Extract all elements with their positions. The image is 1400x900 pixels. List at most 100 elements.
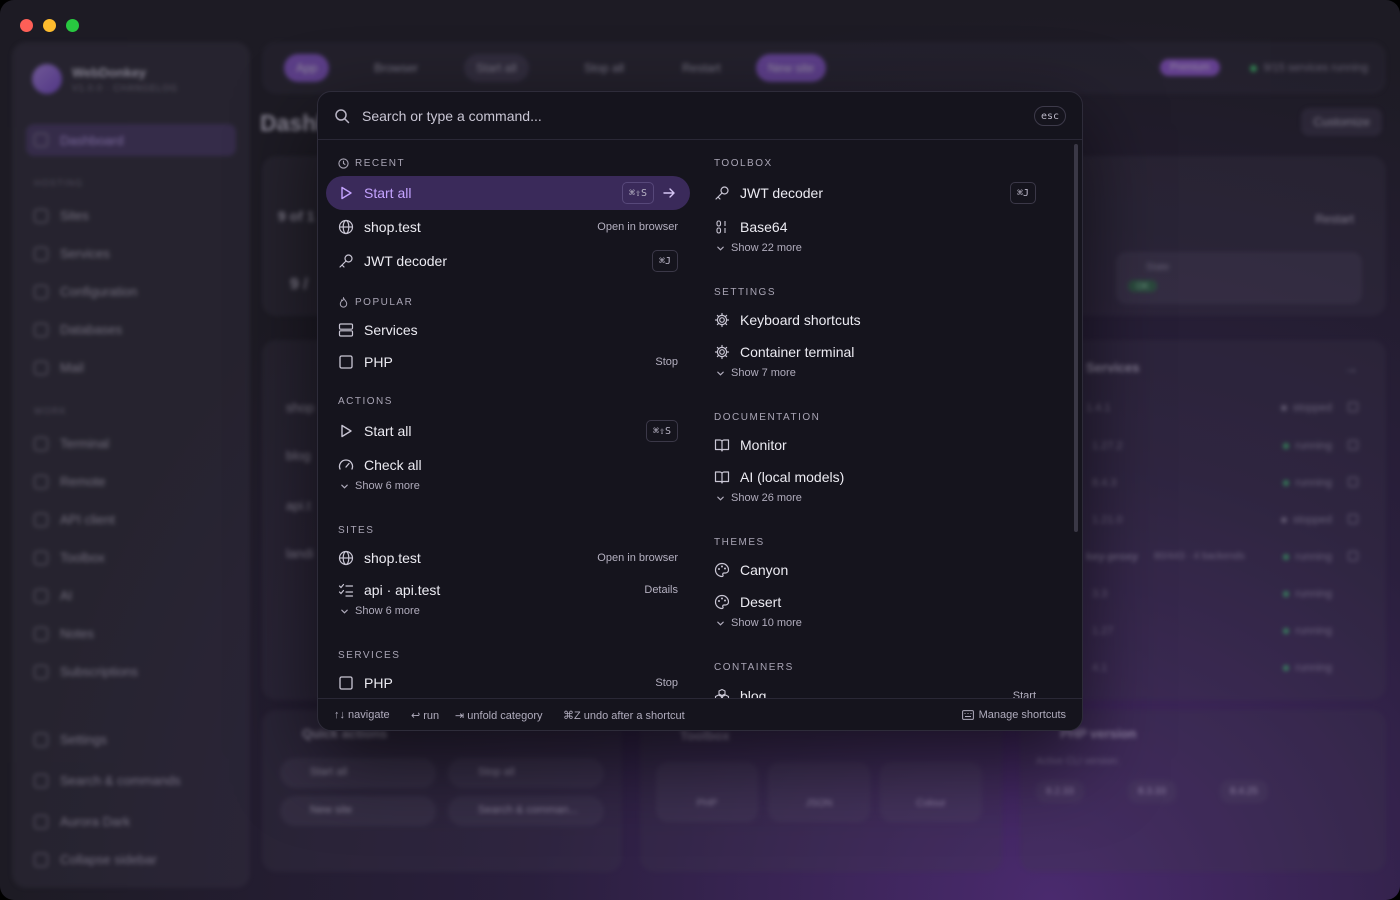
new-site-button[interactable]: New site: [756, 54, 827, 82]
result-item-jwt-decoder[interactable]: JWT decoder ⌘J: [326, 244, 690, 278]
sidebar-item-remote[interactable]: Remote: [34, 474, 106, 489]
result-item-keyboard-shortcuts[interactable]: Keyboard shortcuts: [702, 303, 1048, 337]
show-more-settings[interactable]: Show 7 more: [716, 367, 796, 379]
result-item-start-all[interactable]: Start all ⌘⇧S: [326, 176, 690, 210]
php-version-chip[interactable]: 8.2.33: [1036, 780, 1084, 803]
sidebar-item-databases[interactable]: Databases: [34, 322, 122, 337]
service-row[interactable]: 1.27.2 running: [1036, 440, 1366, 460]
service-name: 4.1: [1092, 662, 1108, 674]
php-version-chip[interactable]: 8.4.25: [1220, 780, 1268, 803]
esc-close-button[interactable]: esc: [1033, 106, 1066, 126]
result-item-php[interactable]: PHP Stop: [326, 666, 690, 698]
command-search-input[interactable]: [362, 104, 1012, 128]
sidebar-item-mail[interactable]: Mail: [34, 360, 84, 375]
arrow-right-icon[interactable]: →: [1344, 360, 1358, 376]
result-label: Keyboard shortcuts: [740, 312, 861, 328]
app-version[interactable]: V1.0.0 · CHANGELOG: [72, 83, 178, 93]
minimize-window-button[interactable]: [43, 19, 56, 32]
quick-stop-all-button[interactable]: Stop all: [448, 758, 604, 788]
result-item-ai-local-models[interactable]: AI (local models): [702, 460, 1048, 494]
play-icon[interactable]: [1348, 402, 1358, 412]
quick-search-button[interactable]: Search & comman...: [448, 796, 604, 826]
show-more-sites[interactable]: Show 6 more: [340, 605, 420, 617]
service-row[interactable]: 1.21.0 stopped: [1036, 514, 1366, 534]
result-item-services[interactable]: Services: [326, 313, 690, 347]
toolbox-tile[interactable]: JSON: [768, 762, 870, 822]
gauge-icon: [338, 459, 354, 470]
site-row[interactable]: api.t: [286, 498, 311, 513]
service-row[interactable]: 1.4.1 stopped: [1036, 402, 1366, 422]
result-item-base64[interactable]: Base64: [702, 210, 1048, 244]
result-item-check-all[interactable]: Check all: [326, 448, 690, 482]
service-row[interactable]: 3.3 running: [1036, 588, 1366, 608]
sidebar-item-services[interactable]: Services: [34, 246, 110, 261]
sidebar-item-subscriptions[interactable]: Subscriptions: [34, 664, 138, 679]
show-more-toolbox[interactable]: Show 22 more: [716, 242, 802, 254]
result-label: JWT decoder: [364, 253, 447, 269]
start-all-button[interactable]: Start all: [464, 54, 529, 82]
service-row[interactable]: 4.1 running: [1036, 662, 1366, 682]
result-item-monitor[interactable]: Monitor: [702, 428, 1048, 462]
play-icon[interactable]: [1348, 514, 1358, 524]
hint-undo: ⌘Z undo after a shortcut: [563, 710, 685, 722]
section-containers: CONTAINERS: [714, 662, 794, 673]
quick-start-all-button[interactable]: Start all: [280, 758, 436, 788]
result-label: AI (local models): [740, 469, 845, 485]
quick-new-site-button[interactable]: New site: [280, 796, 436, 826]
restart-button[interactable]: Restart: [670, 54, 733, 82]
sidebar-item-sites[interactable]: Sites: [34, 208, 89, 223]
restart-stack-button[interactable]: Restart: [1315, 212, 1354, 226]
result-item-blog[interactable]: blog Start: [702, 679, 1048, 698]
site-row[interactable]: shop: [286, 400, 314, 415]
show-more-themes[interactable]: Show 10 more: [716, 617, 802, 629]
service-row[interactable]: 1.27 running: [1036, 625, 1366, 645]
sidebar-item-api-client[interactable]: API client: [34, 512, 115, 527]
sidebar-item-notes[interactable]: Notes: [34, 626, 94, 641]
result-item-shop-test[interactable]: shop.test Open in browser: [326, 541, 690, 575]
result-item-canyon[interactable]: Canyon: [702, 553, 1048, 587]
service-row[interactable]: 8.4.3 running: [1036, 477, 1366, 497]
stop-icon[interactable]: [1348, 440, 1358, 450]
browser-toggle-button[interactable]: Browser: [362, 54, 430, 82]
app-toggle-button[interactable]: App: [284, 54, 330, 82]
zoom-window-button[interactable]: [66, 19, 79, 32]
show-more-documentation[interactable]: Show 26 more: [716, 492, 802, 504]
close-window-button[interactable]: [20, 19, 33, 32]
manage-shortcuts-button[interactable]: Manage shortcuts: [961, 709, 1066, 721]
result-item-shop-test[interactable]: shop.test Open in browser: [326, 210, 690, 244]
stop-icon[interactable]: [1348, 477, 1358, 487]
result-item-start-all[interactable]: Start all ⌘⇧S: [326, 414, 690, 448]
sidebar-item-settings[interactable]: Settings: [34, 732, 107, 747]
search-bar: esc: [318, 92, 1082, 140]
result-label: Services: [364, 322, 418, 338]
theme-selector[interactable]: Aurora Dark: [34, 814, 130, 829]
sidebar-item-dashboard[interactable]: Dashboard: [26, 124, 236, 156]
service-row[interactable]: key-proxy 80/443 · 4 backends running: [1036, 551, 1366, 571]
play-icon: [341, 186, 352, 200]
result-item-container-terminal[interactable]: Container terminal: [702, 335, 1048, 369]
result-item-php[interactable]: PHP Stop: [326, 345, 690, 379]
site-row[interactable]: blog: [286, 448, 311, 463]
sidebar-item-search-commands[interactable]: Search & commands: [34, 773, 181, 788]
toolbox-tile[interactable]: PHP: [656, 762, 758, 822]
sidebar-item-ai[interactable]: AI: [34, 588, 72, 603]
stop-all-button[interactable]: Stop all: [572, 54, 636, 82]
section-recent: RECENT: [338, 158, 405, 169]
site-row[interactable]: landi: [286, 546, 313, 561]
results-scrollbar[interactable]: [1074, 144, 1078, 532]
toolbox-tile[interactable]: Colour: [880, 762, 982, 822]
stop-icon[interactable]: [1348, 551, 1358, 561]
section-services: SERVICES: [338, 650, 401, 661]
collapse-sidebar-button[interactable]: Collapse sidebar: [34, 852, 157, 867]
show-more-actions[interactable]: Show 6 more: [340, 480, 420, 492]
result-item-jwt-decoder[interactable]: JWT decoder ⌘J: [702, 176, 1048, 210]
services-card-title: Services: [1086, 360, 1140, 375]
sidebar-item-toolbox[interactable]: Toolbox: [34, 550, 105, 565]
sidebar-item-configuration[interactable]: Configuration: [34, 284, 137, 299]
customize-button[interactable]: Customize: [1301, 108, 1382, 136]
result-item-api[interactable]: api · api.test Details: [326, 573, 690, 607]
php-version-chip[interactable]: 8.3.33: [1128, 780, 1176, 803]
service-name: 1.4.1: [1086, 402, 1111, 414]
result-item-desert[interactable]: Desert: [702, 585, 1048, 619]
sidebar-item-terminal[interactable]: Terminal: [34, 436, 109, 451]
